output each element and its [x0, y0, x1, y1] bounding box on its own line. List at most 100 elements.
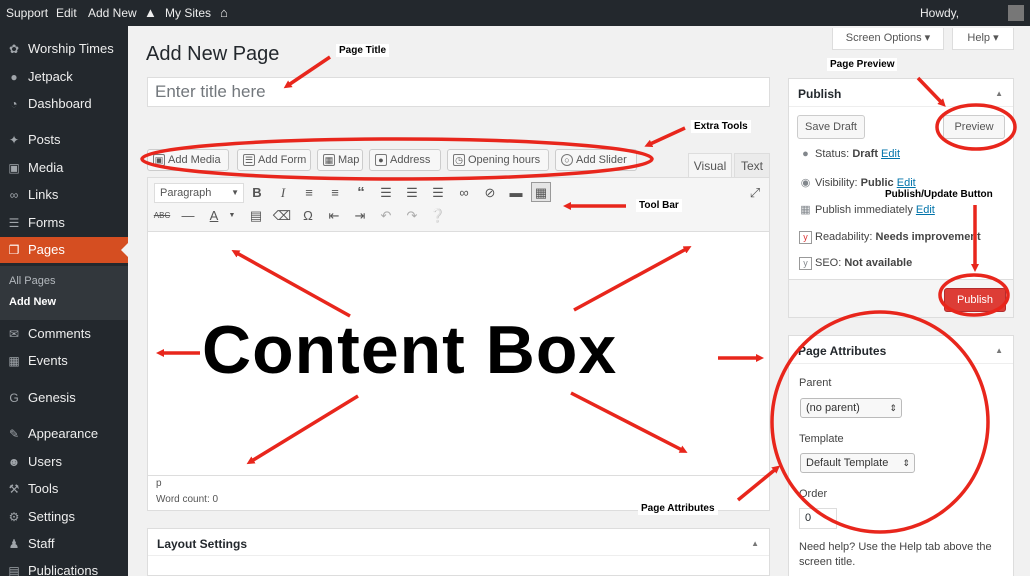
template-label: Template	[799, 433, 844, 445]
align-right-icon[interactable]: ☰	[428, 183, 448, 203]
divider	[789, 363, 1013, 364]
my-sites-icon[interactable]: ▲	[144, 0, 157, 26]
numbered-list-icon[interactable]: ≡	[325, 183, 345, 203]
publish-button[interactable]: Publish	[944, 288, 1006, 312]
readability-row: y Readability: Needs improvement	[799, 231, 981, 244]
sidebar-item-genesis[interactable]: G Genesis	[0, 385, 128, 411]
bullet-list-icon[interactable]: ≡	[299, 183, 319, 203]
sidebar-item-media[interactable]: ▣ Media	[0, 155, 128, 181]
help-button[interactable]: Help ▾	[952, 28, 1014, 50]
clear-formatting-icon[interactable]: ⌫	[272, 206, 292, 226]
sidebar-item-tools[interactable]: ⚒ Tools	[0, 476, 128, 502]
title-input[interactable]	[147, 77, 770, 107]
template-select[interactable]: Default Template ⇕	[800, 453, 915, 473]
sidebar-item-events[interactable]: ▦ Events	[0, 348, 128, 374]
editor-path[interactable]: p	[156, 478, 162, 489]
edit-status-link[interactable]: Edit	[881, 148, 900, 160]
publish-box-title[interactable]: Publish	[798, 87, 841, 101]
horizontal-line-icon[interactable]: —	[178, 206, 198, 226]
sidebar-item-dashboard[interactable]: ◔ Dashboard	[0, 91, 128, 117]
dashboard-icon: ◔	[10, 97, 18, 111]
submenu-all-pages[interactable]: All Pages	[9, 275, 55, 287]
parent-select[interactable]: (no parent) ⇕	[800, 398, 902, 418]
chevron-down-icon[interactable]: ▼	[222, 206, 242, 226]
strikethrough-icon[interactable]: ABC	[152, 206, 172, 226]
tab-text[interactable]: Text	[734, 153, 770, 177]
forms-icon: ☰	[8, 216, 20, 230]
tab-visual[interactable]: Visual	[688, 153, 732, 177]
paste-text-icon[interactable]: ▤	[246, 206, 266, 226]
admin-bar-edit[interactable]: Edit	[56, 0, 77, 26]
admin-bar-my-sites[interactable]: My Sites	[165, 0, 211, 26]
screen-options-button[interactable]: Screen Options ▾	[832, 28, 944, 50]
pin-icon: ✦	[8, 133, 20, 147]
blockquote-icon[interactable]: “	[351, 183, 371, 203]
genesis-icon: G	[9, 391, 19, 405]
sidebar-item-jetpack[interactable]: ● Jetpack	[0, 64, 128, 90]
page-title: Add New Page	[146, 43, 280, 65]
admin-bar-add-new[interactable]: Add New	[88, 0, 137, 26]
outdent-icon[interactable]: ⇤	[324, 206, 344, 226]
chevron-up-icon[interactable]: ▲	[995, 346, 1003, 355]
redo-icon[interactable]: ↷	[402, 206, 422, 226]
user-icon: ☻	[7, 455, 21, 469]
preview-button[interactable]: Preview	[943, 115, 1005, 139]
format-select[interactable]: Paragraph ▼	[154, 183, 244, 203]
read-more-icon[interactable]: ▬	[506, 183, 526, 203]
sidebar-item-comments[interactable]: ✉ Comments	[0, 321, 128, 347]
sidebar-item-settings[interactable]: ⚙ Settings	[0, 504, 128, 530]
indent-icon[interactable]: ⇥	[350, 206, 370, 226]
schedule-row: ▦ Publish immediately Edit	[800, 204, 935, 216]
save-draft-button[interactable]: Save Draft	[797, 115, 865, 139]
calendar-icon: ▦	[8, 354, 20, 368]
chevron-up-icon[interactable]: ▲	[751, 539, 759, 548]
sidebar-item-posts[interactable]: ✦ Posts	[0, 127, 128, 153]
align-left-icon[interactable]: ☰	[376, 183, 396, 203]
align-center-icon[interactable]: ☰	[402, 183, 422, 203]
sidebar-item-links[interactable]: ∞ Links	[0, 182, 128, 208]
undo-icon[interactable]: ↶	[376, 206, 396, 226]
leaf-icon: ✿	[8, 42, 20, 56]
text-color-icon[interactable]: A	[204, 206, 224, 226]
layout-settings-title[interactable]: Layout Settings	[157, 537, 247, 551]
yoast-icon: y	[799, 231, 812, 244]
map-button[interactable]: ▦ Map	[317, 149, 363, 171]
toolbar-toggle-icon[interactable]: ▦	[531, 182, 551, 202]
bold-icon[interactable]: B	[247, 183, 267, 203]
staff-icon: ♟	[8, 537, 20, 551]
page-attributes-title[interactable]: Page Attributes	[798, 344, 886, 358]
admin-bar-support[interactable]: Support	[6, 0, 48, 26]
publications-icon: ▤	[8, 564, 20, 576]
fullscreen-icon[interactable]: ⤢	[745, 183, 765, 203]
help-icon[interactable]: ❔	[428, 206, 448, 226]
select-arrows-icon: ⇕	[902, 458, 910, 468]
italic-icon[interactable]: I	[273, 183, 293, 203]
sidebar-item-publications[interactable]: ▤ Publications	[0, 558, 128, 576]
howdy-text[interactable]: Howdy,	[920, 0, 959, 26]
sidebar-item-staff[interactable]: ♟ Staff	[0, 531, 128, 557]
home-icon[interactable]: ⌂	[220, 0, 228, 26]
sidebar-item-users[interactable]: ☻ Users	[0, 449, 128, 475]
sidebar-item-forms[interactable]: ☰ Forms	[0, 210, 128, 236]
page-attributes-box: Page Attributes ▲ Parent (no parent) ⇕ Te…	[788, 335, 1014, 576]
sidebar-item-worship-times[interactable]: ✿ Worship Times	[0, 36, 128, 62]
address-button[interactable]: ● Address	[369, 149, 441, 171]
add-media-button[interactable]: ▣ Add Media	[147, 149, 229, 171]
order-input[interactable]: 0	[799, 508, 837, 529]
chevron-up-icon[interactable]: ▲	[995, 89, 1003, 98]
special-character-icon[interactable]: Ω	[298, 206, 318, 226]
edit-schedule-link[interactable]: Edit	[916, 204, 935, 216]
opening-hours-button[interactable]: ◷ Opening hours	[447, 149, 549, 171]
avatar[interactable]	[1008, 5, 1024, 21]
add-slider-button[interactable]: ○ Add Slider	[555, 149, 637, 171]
pages-submenu: All Pages Add New	[0, 266, 128, 320]
link-icon[interactable]: ∞	[454, 183, 474, 203]
layout-settings-box: Layout Settings ▲	[147, 528, 770, 576]
submenu-add-new[interactable]: Add New	[9, 296, 56, 308]
unlink-icon[interactable]: ⊘	[480, 183, 500, 203]
sidebar-item-pages[interactable]: ❐ Pages	[0, 237, 128, 263]
link-icon: ∞	[9, 188, 19, 202]
sidebar-item-appearance[interactable]: ✎ Appearance	[0, 421, 128, 447]
annotation-extra-tools: Extra Tools	[691, 120, 751, 133]
add-form-button[interactable]: ☰ Add Form	[237, 149, 311, 171]
